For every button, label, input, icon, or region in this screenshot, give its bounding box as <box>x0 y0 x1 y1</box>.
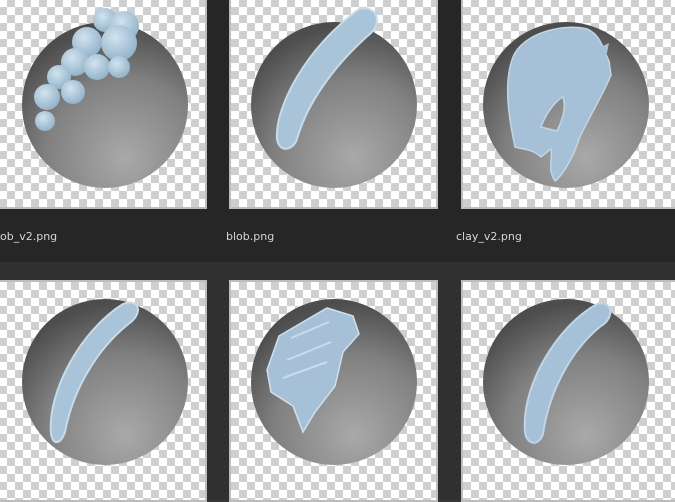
thumbnail-row2-right[interactable] <box>461 280 675 502</box>
thumbnail-caption-3: clay_v2.png <box>456 230 522 243</box>
thumbnail-blob[interactable] <box>229 0 438 209</box>
thumbnail-caption-2: blob.png <box>226 230 275 243</box>
brush-preview-rough-stroke-icon <box>483 299 649 465</box>
brush-preview-thin-stroke-icon <box>22 299 188 465</box>
thumbnail-caption-1: ob_v2.png <box>0 230 58 243</box>
brush-preview-blob-cluster-icon <box>22 8 188 188</box>
brush-preview-smooth-stroke-icon <box>251 7 417 188</box>
thumbnail-row2-middle[interactable] <box>229 280 438 502</box>
thumbnail-clay-v2[interactable] <box>461 0 675 209</box>
thumbnail-blob-v2[interactable] <box>0 0 207 209</box>
brush-preview-clay-loop-icon <box>483 22 649 188</box>
thumbnail-row2-left[interactable] <box>0 280 207 502</box>
brush-preview-flat-clay-icon <box>251 299 417 465</box>
